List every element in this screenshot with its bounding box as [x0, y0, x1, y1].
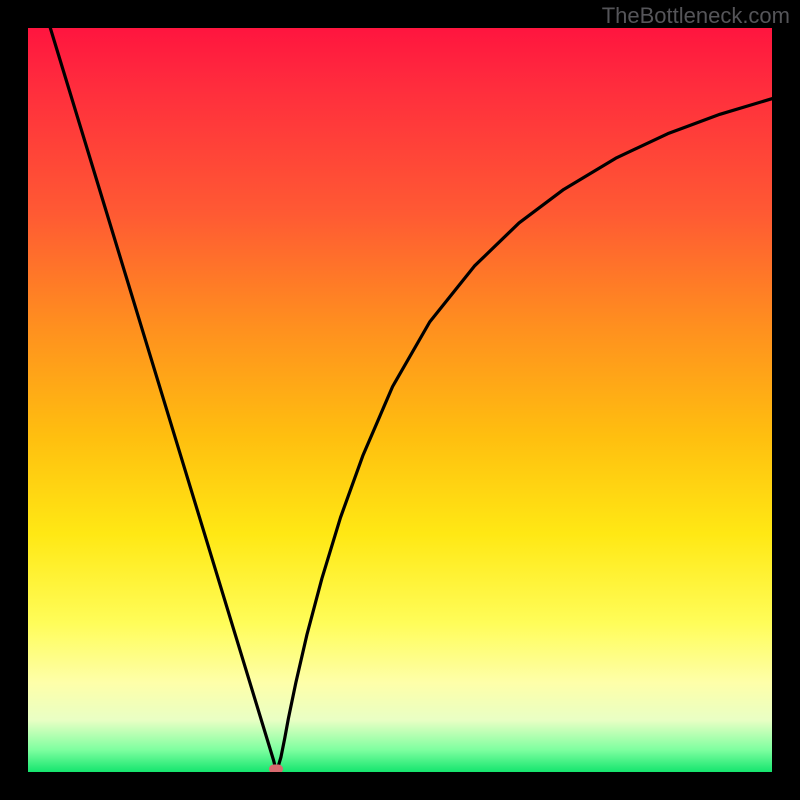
watermark-text: TheBottleneck.com	[602, 3, 790, 29]
curve-svg	[28, 28, 772, 772]
bottleneck-curve	[50, 28, 772, 772]
chart-frame: TheBottleneck.com	[0, 0, 800, 800]
plot-area	[28, 28, 772, 772]
min-marker	[269, 765, 283, 773]
